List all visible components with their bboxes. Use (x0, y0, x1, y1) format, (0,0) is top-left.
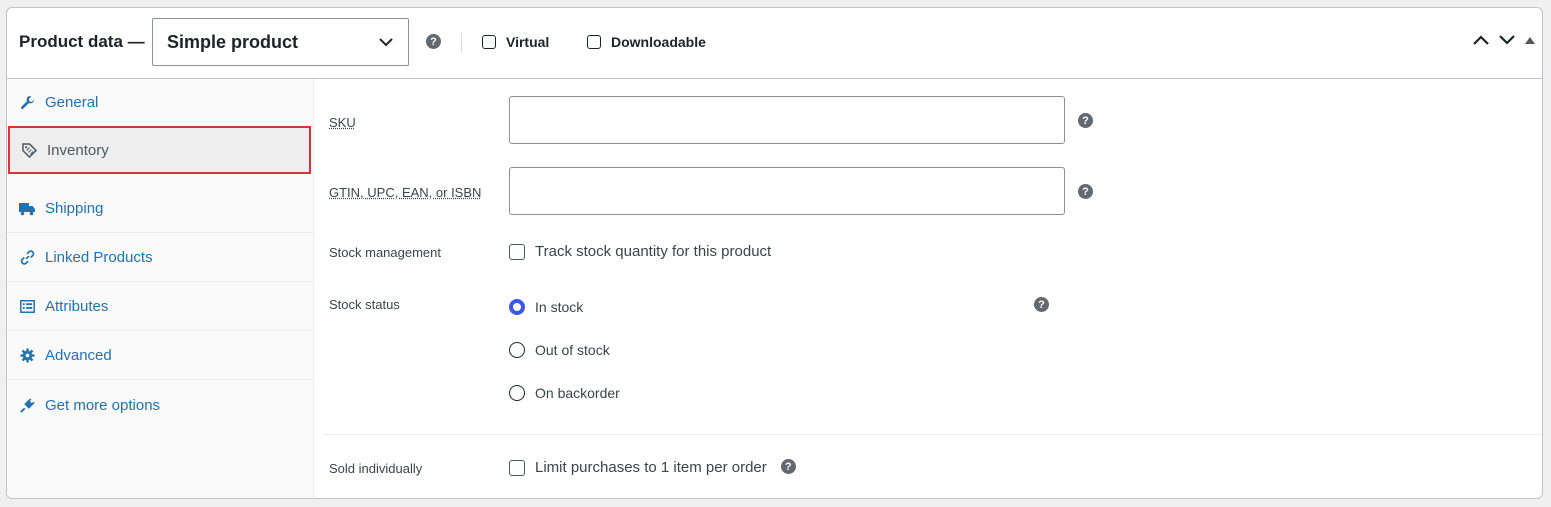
stock-status-label: Stock status (329, 297, 400, 312)
inventory-panel: SKU ? GTIN, UPC, EAN, or ISBN ? Stock ma… (315, 79, 1542, 498)
sold-individually-help-icon[interactable]: ? (780, 459, 796, 474)
tab-label: Shipping (45, 200, 104, 217)
stock-status-help-icon[interactable]: ? (1034, 297, 1049, 312)
product-data-header: Product data — Simple product ? Virtual … (7, 8, 1542, 79)
stock-management-label: Stock management (329, 245, 442, 260)
radio-out-of-stock-label: Out of stock (535, 342, 610, 358)
tag-icon (21, 142, 37, 158)
tab-attributes[interactable]: Attributes (7, 283, 313, 331)
radio-on-backorder-circle[interactable] (509, 385, 525, 401)
truck-icon (19, 201, 35, 217)
sold-individually-checkbox-box[interactable] (509, 459, 525, 476)
move-down-icon[interactable] (1498, 34, 1516, 46)
gtin-label: GTIN, UPC, EAN, or ISBN (329, 185, 482, 200)
list-icon (19, 299, 35, 315)
tab-label: Get more options (45, 396, 161, 414)
sku-input[interactable] (509, 96, 1065, 144)
radio-on-backorder-label: On backorder (535, 385, 620, 401)
tab-label: Linked Products (45, 249, 153, 266)
downloadable-checkbox-box[interactable] (587, 35, 601, 49)
header-divider (461, 33, 462, 53)
downloadable-label: Downloadable (611, 34, 706, 50)
track-stock-checkbox-box[interactable] (509, 243, 525, 260)
section-divider (323, 434, 1542, 435)
track-stock-label: Track stock quantity for this product (535, 243, 772, 260)
track-stock-checkbox[interactable]: Track stock quantity for this product (509, 243, 771, 260)
gear-icon (19, 348, 35, 364)
plugin-icon (19, 397, 35, 413)
tab-label: Advanced (45, 347, 112, 364)
radio-out-of-stock[interactable]: Out of stock (509, 342, 610, 358)
virtual-checkbox-box[interactable] (482, 35, 496, 49)
tab-general[interactable]: General (7, 79, 313, 127)
sku-help-icon[interactable]: ? (1078, 113, 1093, 128)
help-icon[interactable]: ? (426, 34, 441, 49)
gtin-help-icon[interactable]: ? (1078, 184, 1093, 199)
tab-linked-products[interactable]: Linked Products (7, 234, 313, 282)
sold-individually-checkbox[interactable]: Limit purchases to 1 item per order ? (509, 459, 796, 476)
sold-individually-label: Sold individually (329, 461, 423, 476)
radio-in-stock[interactable]: In stock (509, 299, 583, 315)
virtual-checkbox[interactable]: Virtual (482, 34, 549, 50)
tab-label: Attributes (45, 298, 109, 315)
collapse-toggle-icon[interactable] (1524, 35, 1536, 45)
tab-label: General (45, 94, 99, 111)
product-data-panel: Product data — Simple product ? Virtual … (6, 7, 1543, 499)
product-type-value: Simple product (167, 31, 299, 52)
radio-out-of-stock-circle[interactable] (509, 342, 525, 358)
gtin-input[interactable] (509, 167, 1065, 215)
chevron-down-icon (379, 38, 393, 47)
radio-in-stock-label: In stock (535, 299, 584, 315)
panel-title: Product data — (19, 32, 145, 51)
tab-label: Inventory (47, 141, 109, 159)
tab-advanced[interactable]: Advanced (7, 332, 313, 380)
panel-controls (1472, 34, 1536, 46)
radio-in-stock-circle[interactable] (509, 299, 525, 315)
tab-inventory[interactable]: Inventory (8, 126, 311, 174)
virtual-label: Virtual (506, 34, 550, 50)
radio-on-backorder[interactable]: On backorder (509, 385, 620, 401)
sold-individually-checkbox-label: Limit purchases to 1 item per order (535, 459, 767, 476)
product-data-tabs: General Inventory Shipping Linked Produc… (7, 79, 314, 498)
sku-label: SKU (329, 115, 356, 130)
downloadable-checkbox[interactable]: Downloadable (587, 34, 706, 50)
wrench-icon (19, 95, 35, 111)
tab-shipping[interactable]: Shipping (7, 185, 313, 233)
tab-get-more-options[interactable]: Get more options (7, 381, 313, 429)
product-type-select[interactable]: Simple product (152, 18, 409, 66)
link-icon (19, 250, 35, 266)
move-up-icon[interactable] (1472, 34, 1490, 46)
